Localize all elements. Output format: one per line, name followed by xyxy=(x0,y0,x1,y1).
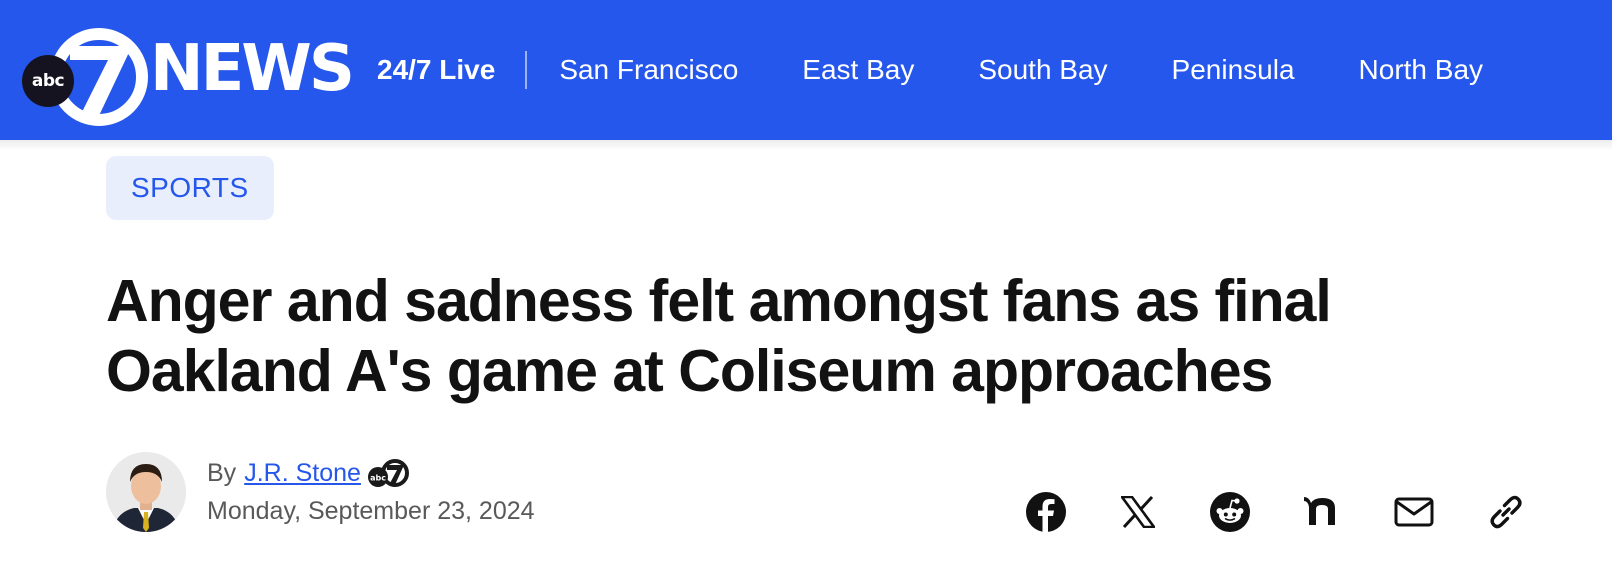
nav-north-bay[interactable]: North Bay xyxy=(1359,54,1484,86)
abc7-station-icon: abc xyxy=(367,459,409,487)
email-icon xyxy=(1394,497,1434,527)
region-nav: 24/7 Live San Francisco East Bay South B… xyxy=(377,0,1483,140)
byline-prefix: By xyxy=(207,458,237,487)
reddit-icon xyxy=(1210,492,1250,532)
nav-peninsula[interactable]: Peninsula xyxy=(1172,54,1295,86)
nextdoor-icon xyxy=(1304,497,1335,525)
author-photo xyxy=(106,452,186,532)
site-header: abc NEWS 24/7 Live San Francisco East Ba… xyxy=(0,0,1612,140)
author-avatar[interactable] xyxy=(106,452,186,532)
author-link[interactable]: J.R. Stone xyxy=(244,459,361,488)
article-headline: Anger and sadness felt amongst fans as f… xyxy=(106,268,1332,404)
nextdoor-share-button[interactable] xyxy=(1300,490,1344,534)
header-shadow xyxy=(0,140,1612,150)
x-share-button[interactable] xyxy=(1116,490,1160,534)
share-bar xyxy=(1024,490,1528,534)
nav-san-francisco[interactable]: San Francisco xyxy=(559,54,738,86)
svg-text:abc: abc xyxy=(370,474,386,483)
copy-link-button[interactable] xyxy=(1484,490,1528,534)
nav-south-bay[interactable]: South Bay xyxy=(978,54,1107,86)
reddit-share-button[interactable] xyxy=(1208,490,1252,534)
abc-network-badge: abc xyxy=(22,55,74,107)
nav-live[interactable]: 24/7 Live xyxy=(377,54,495,86)
email-share-button[interactable] xyxy=(1392,490,1436,534)
facebook-share-button[interactable] xyxy=(1024,490,1068,534)
nav-divider xyxy=(525,51,528,89)
byline: By J.R. Stone abc xyxy=(207,456,411,490)
publish-date: Monday, September 23, 2024 xyxy=(207,497,535,525)
abc7-news-logo[interactable]: abc NEWS xyxy=(22,22,355,126)
news-wordmark: NEWS xyxy=(150,32,355,106)
nav-east-bay[interactable]: East Bay xyxy=(802,54,914,86)
link-icon xyxy=(1490,495,1522,529)
facebook-icon xyxy=(1026,492,1066,532)
x-icon xyxy=(1121,496,1155,528)
category-tag[interactable]: SPORTS xyxy=(106,156,274,220)
